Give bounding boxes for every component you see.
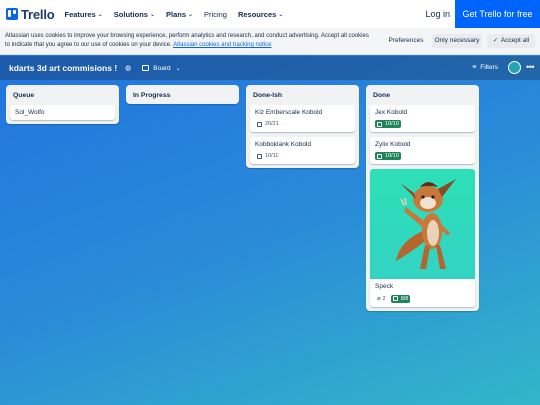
checklist-count: 20/21: [265, 121, 279, 127]
card-badges: 20/21: [255, 120, 350, 128]
card-badges: ⌀ 2 8/8: [375, 294, 470, 303]
card-badges: 10/11: [255, 152, 350, 160]
card-title: Zylix Kobold: [375, 141, 411, 148]
list-done-ish: Done-Ish Kiz Emberscale Kobold 20/21 Kob…: [246, 85, 359, 168]
top-nav: Trello Features ⌄ Solutions ⌄ Plans ⌄ Pr…: [0, 0, 540, 28]
card[interactable]: Kobboklank Kobold 10/11: [250, 137, 355, 164]
card-title: Jex Kobold: [375, 109, 408, 116]
trello-logo[interactable]: Trello: [6, 6, 55, 22]
only-necessary-button[interactable]: Only necessary: [432, 34, 482, 48]
nav-menu: Features ⌄ Solutions ⌄ Plans ⌄ Pricing R…: [64, 10, 294, 19]
checklist-badge: 10/10: [375, 120, 401, 128]
checklist-count: 10/11: [265, 153, 279, 159]
list-title[interactable]: Done-Ish: [250, 89, 355, 105]
checklist-count: 10/10: [385, 121, 399, 127]
card-title: Kiz Emberscale Kobold: [255, 109, 323, 116]
nav-plans-label: Plans: [165, 9, 186, 19]
board-view-label: Board: [153, 64, 171, 72]
nav-features[interactable]: Features ⌄: [64, 10, 102, 19]
logo-text: Trello: [21, 6, 55, 22]
get-trello-button[interactable]: Get Trello for free: [455, 0, 540, 28]
checklist-badge: 10/11: [255, 152, 280, 160]
board-view-switcher[interactable]: Board ⌄: [138, 63, 184, 74]
chevron-down-icon: ⌄: [97, 11, 103, 18]
chevron-down-icon: ⌄: [278, 11, 284, 18]
list-title[interactable]: In Progress: [130, 89, 235, 105]
cookie-banner: Atlassian uses cookies to improve your b…: [0, 28, 540, 55]
attachment-badge: ⌀ 2: [375, 294, 388, 303]
avatar[interactable]: [508, 61, 521, 74]
globe-icon[interactable]: ◍: [125, 64, 131, 72]
chevron-down-icon: ⌄: [188, 11, 194, 18]
card-badges: 10/10: [375, 152, 470, 160]
checklist-icon: [377, 153, 382, 159]
card[interactable]: Jex Kobold 10/10: [370, 105, 475, 132]
list-done: Done Jex Kobold 10/10 Zylix Kobold 10/10: [366, 85, 479, 311]
card-title: Speck: [375, 283, 394, 290]
card-badges: 10/10: [375, 120, 470, 128]
filters-button[interactable]: Filters: [472, 56, 498, 80]
card[interactable]: Sol_Wolfo: [10, 105, 115, 120]
nav-resources-label: Resources: [237, 9, 277, 19]
card[interactable]: Speck ⌀ 2 8/8: [370, 169, 475, 307]
cookie-message: Atlassian uses cookies to improve your b…: [5, 32, 370, 50]
nav-solutions-label: Solutions: [113, 9, 148, 19]
attachment-count: 2: [382, 295, 386, 302]
checklist-badge: 8/8: [390, 294, 411, 303]
nav-pricing-label: Pricing: [204, 9, 227, 19]
cookie-notice-link[interactable]: Atlassian cookies and tracking notice: [173, 42, 271, 48]
chevron-down-icon: ⌄: [149, 11, 155, 18]
board-icon: [142, 65, 150, 71]
board-header: kdarts 3d art commisions ! ◍ Board ⌄ Fil…: [0, 56, 540, 80]
chevron-down-icon: ⌄: [175, 65, 181, 72]
checklist-icon: [377, 121, 382, 127]
card[interactable]: Zylix Kobold 10/10: [370, 137, 475, 164]
nav-features-label: Features: [64, 9, 96, 19]
checklist-count: 8/8: [400, 295, 409, 302]
nav-resources[interactable]: Resources ⌄: [238, 10, 283, 19]
checklist-badge: 20/21: [255, 120, 281, 128]
paperclip-icon: ⌀: [377, 296, 381, 302]
character-illustration: [396, 179, 456, 269]
card[interactable]: Kiz Emberscale Kobold 20/21: [250, 105, 355, 132]
checklist-icon: [257, 153, 262, 159]
list-queue: Queue Sol_Wolfo: [6, 85, 119, 124]
checklist-icon: [392, 296, 398, 301]
list-in-progress: In Progress: [126, 85, 239, 104]
card-title: Sol_Wolfo: [15, 109, 45, 116]
list-title[interactable]: Queue: [10, 89, 115, 105]
login-link[interactable]: Log in: [425, 0, 450, 28]
card-cover-image: [370, 169, 475, 279]
nav-solutions[interactable]: Solutions ⌄: [114, 10, 155, 19]
nav-plans[interactable]: Plans ⌄: [166, 10, 193, 19]
more-icon[interactable]: •••: [526, 56, 534, 80]
accept-all-button[interactable]: Accept all: [487, 34, 535, 48]
card-title: Kobboklank Kobold: [255, 141, 312, 148]
checklist-icon: [257, 121, 262, 127]
trello-logo-icon: [6, 8, 18, 20]
checklist-count: 10/10: [385, 153, 399, 159]
checklist-badge: 10/10: [375, 152, 401, 160]
preferences-button[interactable]: Preferences: [384, 34, 428, 48]
nav-pricing[interactable]: Pricing: [204, 10, 227, 19]
list-title[interactable]: Done: [370, 89, 475, 105]
board-title[interactable]: kdarts 3d art commisions !: [9, 63, 117, 73]
